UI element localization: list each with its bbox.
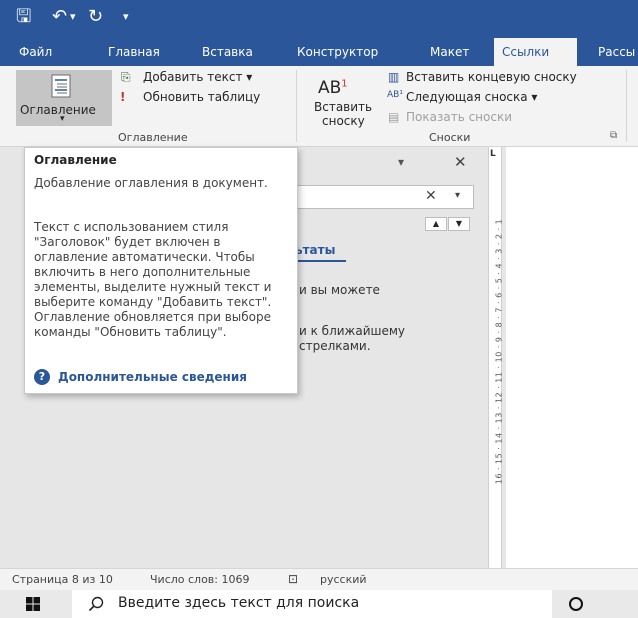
tab-mailings[interactable]: Рассы xyxy=(598,38,635,66)
save-icon[interactable]: 🖫 xyxy=(16,6,31,28)
task-view-icon[interactable] xyxy=(568,596,584,612)
update-table-button[interactable]: Обновить таблицу xyxy=(143,90,260,104)
ruler-scale: 16 · 15 · 14 · 13 · 12 · 11 · 10 · 9 · 8… xyxy=(494,218,504,485)
customize-qat-icon[interactable]: ▾ xyxy=(123,6,129,28)
tooltip-details: Текст с использованием стиля "Заголовок"… xyxy=(34,220,272,339)
taskbar-search-box[interactable]: Введите здесь текст для поиска xyxy=(72,590,552,618)
page-count[interactable]: Страница 8 из 10 xyxy=(12,573,113,586)
insert-footnote-button[interactable]: AB1 Вставить сноску xyxy=(304,68,372,128)
vertical-ruler: L 16 · 15 · 14 · 13 · 12 · 11 · 10 · 9 ·… xyxy=(488,147,504,568)
add-text-label: Добавить текст xyxy=(143,70,243,84)
close-icon[interactable]: ✕ xyxy=(454,153,467,171)
next-footnote-button[interactable]: Следующая сноска ▾ xyxy=(406,90,537,104)
insert-footnote-label-2: сноску xyxy=(322,114,365,128)
insert-endnote-button[interactable]: Вставить концевую сноску xyxy=(406,70,577,84)
proofing-icon[interactable]: ⊡ xyxy=(288,572,298,586)
tooltip-title: Оглавление xyxy=(34,153,117,167)
endnote-icon: ▥ xyxy=(388,70,400,84)
show-notes-icon: ▤ xyxy=(388,110,400,124)
windows-start-icon[interactable] xyxy=(26,597,40,611)
toc-group-label: Оглавление xyxy=(118,131,188,144)
nav-hint-line-2: и к ближайшему xyxy=(299,324,406,338)
ribbon: Оглавление ▾ ⎘ Добавить текст ▾ ! Обнови… xyxy=(0,66,638,147)
tab-references[interactable]: Ссылки xyxy=(494,38,577,66)
add-text-icon: ⎘ xyxy=(121,70,131,84)
tooltip-description: Добавление оглавления в документ. xyxy=(34,176,268,190)
previous-result-button[interactable]: ▲ xyxy=(425,217,447,231)
pane-options-icon[interactable]: ▾ xyxy=(398,155,404,169)
undo-icon[interactable]: ↶ xyxy=(52,6,67,28)
footnote-icon: AB1 xyxy=(318,78,348,98)
add-text-button[interactable]: Добавить текст ▾ xyxy=(143,70,252,84)
title-bar: 🖫 ↶ ▾ ↻ ▾ xyxy=(0,0,638,38)
footnotes-group-label: Сноски xyxy=(429,131,471,144)
help-icon: ? xyxy=(34,369,50,385)
nav-hint-line-1: и вы можете xyxy=(299,283,380,297)
search-placeholder: Введите здесь текст для поиска xyxy=(118,595,360,611)
next-footnote-icon: AB¹ xyxy=(387,90,403,100)
redo-icon[interactable]: ↻ xyxy=(88,6,103,28)
next-result-button[interactable]: ▼ xyxy=(448,217,470,231)
group-divider-2 xyxy=(626,70,627,142)
tab-design[interactable]: Конструктор xyxy=(297,38,378,66)
tab-file[interactable]: Файл xyxy=(19,38,52,66)
chevron-down-icon: ▾ xyxy=(60,114,65,124)
more-info-link[interactable]: ? Дополнительные сведения xyxy=(34,369,247,385)
taskbar: Введите здесь текст для поиска xyxy=(0,590,638,618)
toc-icon xyxy=(51,74,71,98)
tab-results[interactable]: ьтаты xyxy=(295,243,335,257)
nav-hint-line-3: стрелками. xyxy=(299,339,371,353)
update-table-icon: ! xyxy=(120,90,126,104)
insert-footnote-label-1: Вставить xyxy=(314,100,373,114)
tab-layout[interactable]: Макет xyxy=(430,38,469,66)
document-page[interactable] xyxy=(506,147,638,568)
show-notes-button[interactable]: Показать сноски xyxy=(406,110,512,124)
language-indicator[interactable]: русский xyxy=(320,573,367,586)
ribbon-tabs: Файл Главная Вставка Конструктор Макет С… xyxy=(0,38,638,66)
dialog-launcher-icon[interactable]: ⧉ xyxy=(610,130,617,141)
word-count[interactable]: Число слов: 1069 xyxy=(150,573,249,586)
group-divider xyxy=(296,70,297,142)
toc-tooltip: Оглавление Добавление оглавления в докум… xyxy=(24,147,298,394)
more-info-label: Дополнительные сведения xyxy=(58,370,247,384)
search-options-icon[interactable]: ▾ xyxy=(455,190,460,201)
toc-button[interactable]: Оглавление ▾ xyxy=(16,70,112,126)
search-icon xyxy=(88,596,104,612)
tab-home[interactable]: Главная xyxy=(108,38,160,66)
clear-search-icon[interactable]: ✕ xyxy=(425,188,437,204)
active-tab-indicator xyxy=(290,260,346,262)
tab-insert[interactable]: Вставка xyxy=(202,38,253,66)
next-footnote-label: Следующая сноска xyxy=(406,90,528,104)
toc-button-label: Оглавление xyxy=(20,103,96,117)
status-bar: Страница 8 из 10 Число слов: 1069 ⊡ русс… xyxy=(0,568,638,591)
undo-dropdown-icon[interactable]: ▾ xyxy=(70,6,76,28)
